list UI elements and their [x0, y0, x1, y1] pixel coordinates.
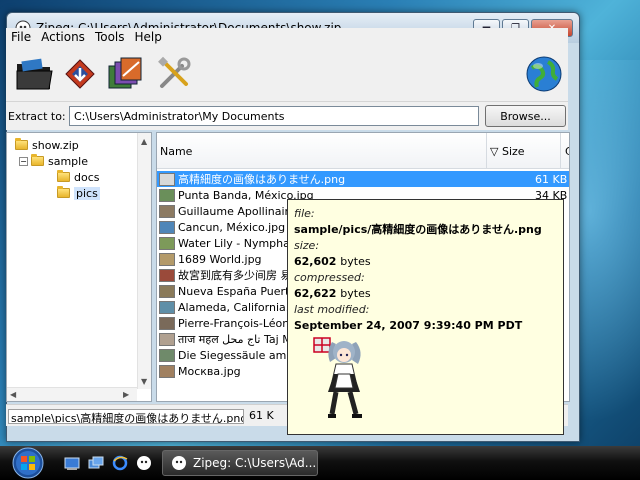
scroll-down-icon[interactable]: ▼: [141, 377, 147, 386]
image-thumbnail-icon: [159, 204, 175, 218]
tooltip-size: 62,602 bytes: [294, 253, 557, 270]
tree-item-pics[interactable]: pics: [57, 185, 100, 201]
file-size: 61 KB: [535, 172, 568, 186]
tree-item-docs[interactable]: docs: [57, 169, 100, 185]
image-thumbnail-icon: [159, 316, 175, 330]
show-desktop-icon[interactable]: [64, 455, 80, 471]
tree-vertical-scrollbar[interactable]: ▲ ▼: [137, 133, 151, 389]
image-thumbnail-icon: [159, 268, 175, 282]
column-divider: [560, 133, 561, 169]
sort-indicator-icon: ▽: [490, 145, 499, 158]
tooltip-size-unit: bytes: [340, 255, 371, 268]
column-header-size[interactable]: ▽ Size: [490, 145, 525, 158]
image-thumbnail-icon: [159, 332, 175, 346]
zipeg-quicklaunch-icon[interactable]: [136, 455, 152, 471]
file-name: ताज महल تاج محل Taj Ma: [178, 332, 299, 346]
folder-icon: [57, 170, 70, 182]
image-thumbnail-icon: [159, 188, 175, 202]
column-header-name[interactable]: Name: [160, 145, 192, 158]
menu-file[interactable]: File: [6, 30, 36, 44]
tree-item-sample[interactable]: − sample: [19, 153, 88, 169]
list-header: Name ▽ Size C: [157, 133, 569, 169]
file-row[interactable]: 高精細度の画像はありません.png 61 KB: [157, 171, 569, 187]
file-name: 1689 World.jpg: [178, 252, 262, 266]
tree-item-label: show.zip: [32, 138, 79, 152]
toolbar: [6, 46, 568, 102]
column-header-size-label: Size: [501, 145, 525, 158]
tooltip-size-label: size:: [294, 239, 320, 252]
switch-windows-icon[interactable]: [88, 455, 104, 471]
collapse-icon[interactable]: −: [19, 156, 28, 166]
folder-icon: [57, 186, 70, 198]
options-icon[interactable]: [154, 54, 194, 94]
column-header-extra[interactable]: C: [565, 145, 569, 158]
tooltip-file-value: sample/pics/高精細度の画像はありません.png: [294, 223, 542, 236]
tree-horizontal-scrollbar[interactable]: ◀ ▶: [7, 387, 137, 401]
internet-explorer-icon[interactable]: [112, 455, 128, 471]
image-thumbnail-icon: [159, 284, 175, 298]
status-path: sample\pics\高精細度の画像はありません.png: [8, 409, 244, 424]
extract-row: Extract to: Browse...: [6, 102, 568, 130]
scroll-right-icon[interactable]: ▶: [123, 390, 129, 399]
tooltip-file-label: file:: [294, 207, 315, 220]
tooltip-compressed-unit: bytes: [340, 287, 371, 300]
file-name: Cancun, México.jpg: [178, 220, 286, 234]
image-thumbnail-icon: [159, 252, 175, 266]
zipeg-task-icon: [172, 456, 186, 470]
taskbar-zipeg-button[interactable]: Zipeg: C:\Users\Ad...: [162, 450, 318, 476]
image-thumbnail-icon: [159, 364, 175, 378]
tooltip-compressed-label: compressed:: [294, 271, 365, 284]
extract-to-label: Extract to:: [8, 110, 66, 123]
browse-button[interactable]: Browse...: [485, 105, 566, 127]
file-name: 高精細度の画像はありません.png: [178, 173, 346, 186]
image-thumbnail-icon: [159, 348, 175, 362]
open-archive-icon[interactable]: [14, 54, 54, 94]
folder-tree: show.zip − sample docs pics ▲ ▼ ◀ ▶: [6, 132, 152, 402]
file-name: Москва.jpg: [178, 364, 241, 378]
taskbar-zipeg-label: Zipeg: C:\Users\Ad...: [193, 456, 317, 470]
folder-icon: [31, 154, 44, 166]
web-globe-icon[interactable]: [524, 54, 564, 94]
tooltip-compressed-value: 62,622: [294, 287, 337, 300]
tree-item-show-zip[interactable]: show.zip: [15, 137, 79, 153]
menu-help[interactable]: Help: [130, 30, 167, 44]
image-thumbnail-icon: [159, 220, 175, 234]
file-name: Water Lily - Nymphaea: [178, 236, 304, 250]
column-divider: [486, 133, 487, 169]
scroll-left-icon[interactable]: ◀: [10, 390, 16, 399]
scroll-up-icon[interactable]: ▲: [141, 137, 147, 146]
folder-icon: [15, 138, 28, 150]
mascot-image: [313, 337, 362, 418]
image-thumbnail-icon: [159, 236, 175, 250]
tooltip-size-value: 62,602: [294, 255, 337, 268]
file-name: 故宮到底有多少间房 易: [178, 269, 292, 282]
extract-all-icon[interactable]: [105, 54, 145, 94]
start-button[interactable]: [8, 446, 48, 480]
extract-path-input[interactable]: [69, 106, 479, 126]
image-thumbnail-icon: [159, 300, 175, 314]
tree-item-label: sample: [48, 154, 88, 168]
tooltip-compressed: 62,622 bytes: [294, 285, 557, 302]
tooltip-modified-value: September 24, 2007 9:39:40 PM PDT: [294, 319, 523, 332]
tree-item-label: docs: [74, 170, 100, 184]
extract-icon[interactable]: [60, 54, 100, 94]
tree-item-label: pics: [74, 186, 100, 200]
image-thumbnail-icon: [159, 172, 175, 186]
status-size: 61 K: [249, 409, 274, 422]
taskbar: Zipeg: C:\Users\Ad...: [0, 446, 640, 480]
menu-tools[interactable]: Tools: [90, 30, 130, 44]
menu-bar: File Actions Tools Help: [6, 28, 568, 46]
file-info-tooltip: file: sample/pics/高精細度の画像はありません.png size…: [287, 199, 564, 435]
menu-actions[interactable]: Actions: [36, 30, 90, 44]
file-name: Pierre-François-Léonar: [178, 316, 301, 330]
tooltip-modified-label: last modified:: [294, 303, 370, 316]
